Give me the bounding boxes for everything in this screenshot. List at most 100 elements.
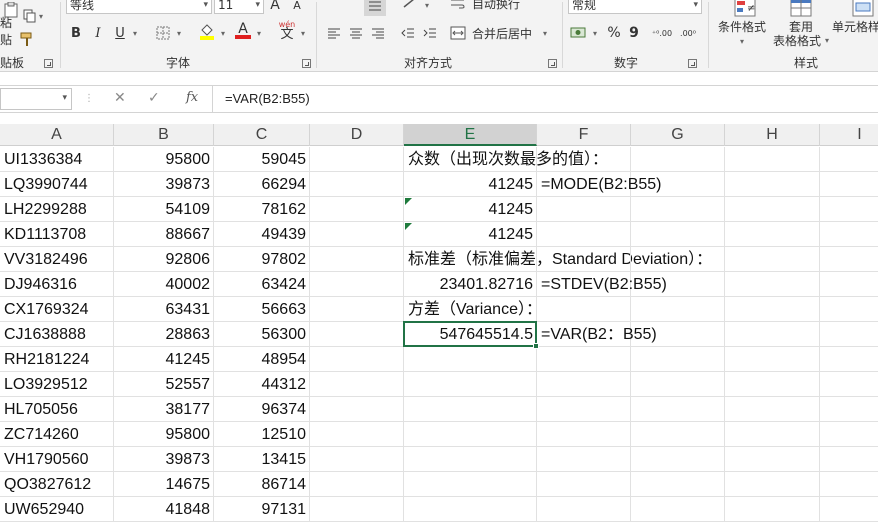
cell-d[interactable]: [310, 372, 404, 397]
column-header-i[interactable]: I: [820, 124, 878, 146]
cell-f[interactable]: [537, 372, 631, 397]
cell-c[interactable]: 44312: [214, 372, 310, 397]
cell-b[interactable]: 39873: [114, 447, 214, 472]
cell-b[interactable]: 38177: [114, 397, 214, 422]
cell-g[interactable]: [631, 297, 725, 322]
cell-c[interactable]: 13415: [214, 447, 310, 472]
fill-color-icon[interactable]: [196, 20, 218, 42]
cell-f[interactable]: [537, 147, 631, 172]
cell-f[interactable]: [537, 247, 631, 272]
cell-g[interactable]: [631, 372, 725, 397]
orientation-dropdown-icon[interactable]: ▾: [422, 0, 432, 16]
column-header-h[interactable]: H: [725, 124, 820, 146]
cell-f[interactable]: [537, 497, 631, 522]
cell-f[interactable]: [537, 422, 631, 447]
fill-handle[interactable]: [533, 343, 539, 349]
alignment-launcher-icon[interactable]: [548, 59, 557, 68]
column-header-f[interactable]: F: [537, 124, 631, 146]
cell-a[interactable]: DJ946316: [0, 272, 114, 297]
cell-h[interactable]: [725, 397, 820, 422]
cell-e[interactable]: [404, 347, 537, 372]
increase-decimal-button[interactable]: ⁺⁰.00: [650, 22, 674, 44]
clipboard-launcher-icon[interactable]: [44, 59, 53, 68]
cell-b[interactable]: 39873: [114, 172, 214, 197]
cell-a[interactable]: ZC714260: [0, 422, 114, 447]
cell-c[interactable]: 56663: [214, 297, 310, 322]
align-right-button[interactable]: [368, 22, 388, 44]
table-format-label-2[interactable]: 表格格式: [768, 32, 826, 48]
font-color-button[interactable]: A: [232, 20, 254, 42]
cell-g[interactable]: [631, 397, 725, 422]
cell-g[interactable]: [631, 422, 725, 447]
font-launcher-icon[interactable]: [302, 59, 311, 68]
bold-button[interactable]: B: [66, 22, 86, 44]
cell-h[interactable]: [725, 322, 820, 347]
fill-color-dropdown-icon[interactable]: ▾: [218, 22, 228, 44]
cell-d[interactable]: [310, 247, 404, 272]
cell-e[interactable]: [404, 497, 537, 522]
table-format-icon[interactable]: [788, 0, 814, 18]
paste-label[interactable]: 粘贴: [0, 16, 14, 47]
cell-c[interactable]: 97131: [214, 497, 310, 522]
cell-h[interactable]: [725, 247, 820, 272]
cell-h[interactable]: [725, 147, 820, 172]
cell-i[interactable]: [820, 497, 878, 522]
cell-h[interactable]: [725, 272, 820, 297]
cell-i[interactable]: [820, 472, 878, 497]
cell-d[interactable]: [310, 272, 404, 297]
font-size-combo[interactable]: 11 ▾: [214, 0, 264, 14]
cell-i[interactable]: [820, 447, 878, 472]
cell-d[interactable]: [310, 397, 404, 422]
name-box[interactable]: ▾: [0, 88, 72, 110]
cell-i[interactable]: [820, 247, 878, 272]
formula-input[interactable]: =VAR(B2:B55): [212, 86, 878, 112]
cancel-icon[interactable]: ✕: [114, 90, 126, 106]
decrease-decimal-button[interactable]: .00⁰: [676, 22, 700, 44]
cell-f[interactable]: [537, 447, 631, 472]
cell-a[interactable]: QO3827612: [0, 472, 114, 497]
percent-button[interactable]: %: [604, 22, 624, 44]
cell-i[interactable]: [820, 197, 878, 222]
cell-c[interactable]: 59045: [214, 147, 310, 172]
cell-c[interactable]: 56300: [214, 322, 310, 347]
cell-d[interactable]: [310, 422, 404, 447]
cell-d[interactable]: [310, 172, 404, 197]
cell-f[interactable]: =VAR(B2：B55): [537, 322, 657, 347]
conditional-format-dropdown-icon[interactable]: ▾: [737, 34, 747, 48]
cell-a[interactable]: CJ1638888: [0, 322, 114, 347]
font-name-combo[interactable]: 等线 ▾: [66, 0, 212, 14]
cell-a[interactable]: KD1113708: [0, 222, 114, 247]
underline-dropdown-icon[interactable]: ▾: [130, 22, 140, 44]
cell-i[interactable]: [820, 372, 878, 397]
cell-i[interactable]: [820, 172, 878, 197]
cell-b[interactable]: 54109: [114, 197, 214, 222]
cell-f[interactable]: [537, 222, 631, 247]
cell-e[interactable]: 众数（出现次数最多的值）：: [404, 147, 608, 172]
cell-g[interactable]: [631, 472, 725, 497]
cell-d[interactable]: [310, 322, 404, 347]
cell-d[interactable]: [310, 147, 404, 172]
table-format-dropdown-icon[interactable]: ▾: [822, 33, 832, 47]
cell-i[interactable]: [820, 297, 878, 322]
column-header-a[interactable]: A: [0, 124, 114, 146]
cell-f[interactable]: =MODE(B2:B55): [537, 172, 661, 197]
cell-a[interactable]: LQ3990744: [0, 172, 114, 197]
cell-a[interactable]: RH2181224: [0, 347, 114, 372]
cell-style-label[interactable]: 单元格样: [832, 18, 878, 34]
cell-b[interactable]: 95800: [114, 422, 214, 447]
cell-f[interactable]: [537, 347, 631, 372]
cell-c[interactable]: 49439: [214, 222, 310, 247]
cell-i[interactable]: [820, 222, 878, 247]
cell-f[interactable]: [537, 297, 631, 322]
cell-h[interactable]: [725, 197, 820, 222]
cell-c[interactable]: 86714: [214, 472, 310, 497]
font-color-dropdown-icon[interactable]: ▾: [254, 22, 264, 44]
cell-h[interactable]: [725, 447, 820, 472]
cell-e[interactable]: 41245: [404, 222, 537, 247]
cell-i[interactable]: [820, 397, 878, 422]
cell-d[interactable]: [310, 297, 404, 322]
align-left-button[interactable]: [324, 22, 344, 44]
column-header-g[interactable]: G: [631, 124, 725, 146]
cell-h[interactable]: [725, 297, 820, 322]
number-launcher-icon[interactable]: [688, 59, 697, 68]
